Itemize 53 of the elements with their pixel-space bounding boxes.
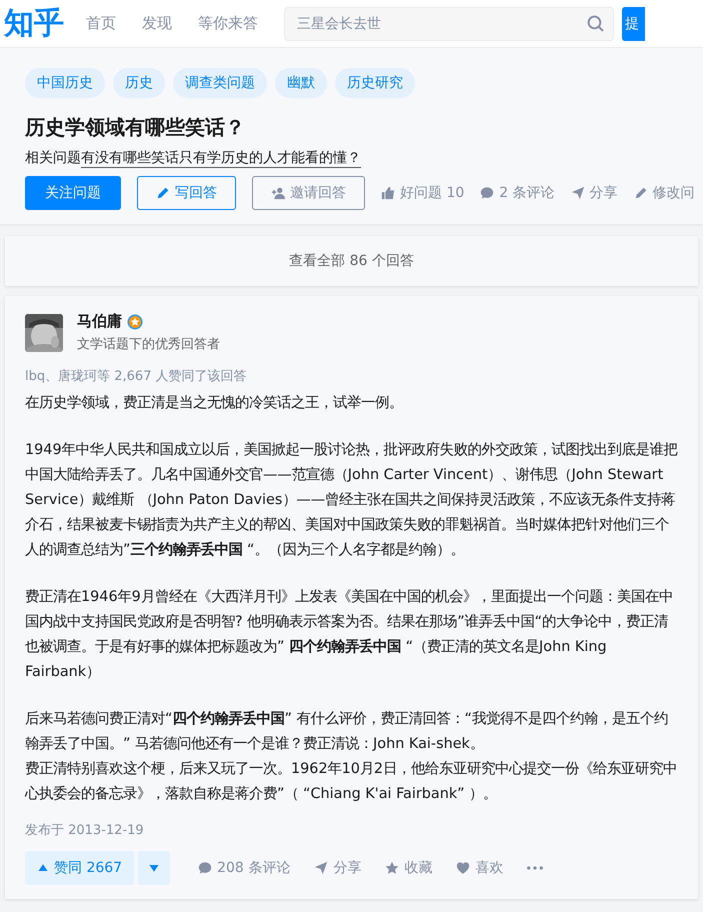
view-all-answers-button[interactable]: 查看全部 86 个回答 bbox=[5, 236, 698, 286]
badge-icon bbox=[127, 314, 143, 330]
share-button[interactable]: 分享 bbox=[314, 859, 362, 877]
more-button[interactable] bbox=[527, 866, 544, 870]
thumbs-up-icon bbox=[381, 186, 395, 200]
topic-tag[interactable]: 幽默 bbox=[275, 68, 327, 98]
topic-tag[interactable]: 中国历史 bbox=[25, 68, 105, 98]
follow-button[interactable]: 关注问题 bbox=[25, 176, 121, 210]
nav-link[interactable]: 等你来答 bbox=[198, 14, 258, 33]
answer-paragraph: 费正清特别喜欢这个梗，后来又玩了一次。1962年10月2日，他给东亚研究中心提交一份《给东亚研究中心执委会的备忘录》，落款自称是蒋介费”（ “Chiang K'ai Fairbank” ）。 bbox=[25, 760, 678, 804]
ask-button[interactable]: 提 bbox=[622, 6, 645, 40]
comments-button[interactable]: 208 条评论 bbox=[198, 859, 290, 877]
comments-button[interactable]: 2 条评论 bbox=[480, 184, 555, 202]
topic-tag[interactable]: 历史研究 bbox=[335, 68, 415, 98]
like-button[interactable]: 喜欢 bbox=[456, 859, 504, 877]
good-question-button[interactable]: 好问题 10 bbox=[381, 184, 464, 202]
question-title: 历史学领域有哪些笑话？ bbox=[25, 114, 246, 141]
author-name[interactable]: 马伯庸 bbox=[77, 312, 122, 331]
star-icon bbox=[385, 861, 400, 875]
paper-plane-icon bbox=[314, 861, 328, 875]
nav-link[interactable]: 首页 bbox=[86, 14, 116, 33]
author-headline: 文学话题下的优秀回答者 bbox=[77, 336, 220, 353]
answer-paragraph: 1949年中华人民共和国成立以后，美国掀起一股讨论热，批评政府失败的外交政策，试图找出到底是谁把中国大陆给弄丢了。几名中国通外交官——范宣德（John Carter Vincent）、谢伟思（John Stewart Service）戴维斯 （John Paton Davies）——曾经主张在国共之间保持灵活政策，不应该无条件支持蒋介石，结果被麦卡锡指责为共产主义的帮凶、美国对中国政策失败的罪魁祸首。当时媒体把针对他们三个人的调查总结为”三个约翰弄丢中国 “。（因为三个人名字都是约翰）。 bbox=[25, 440, 678, 560]
invite-button[interactable]: 邀请回答 bbox=[252, 176, 365, 210]
search-icon bbox=[587, 14, 604, 32]
add-person-icon bbox=[271, 186, 285, 200]
publish-date: 发布于 2013-12-19 bbox=[25, 822, 145, 839]
pencil-icon bbox=[156, 186, 170, 200]
pencil-icon bbox=[634, 186, 648, 200]
paper-plane-icon bbox=[570, 186, 585, 200]
share-button[interactable]: 分享 bbox=[570, 184, 618, 202]
topic-tag[interactable]: 历史 bbox=[113, 68, 165, 98]
downvote-button[interactable] bbox=[138, 851, 170, 885]
related-question-link[interactable]: 有没有哪些笑话只有学历史的人才能看的懂？ bbox=[81, 149, 361, 168]
write-answer-button[interactable]: 写回答 bbox=[137, 176, 236, 210]
heart-icon bbox=[456, 861, 470, 875]
logo[interactable]: 知乎 bbox=[4, 8, 64, 38]
answer-paragraph: 在历史学领域，费正清是当之无愧的冷笑话之王，试举一例。 bbox=[25, 394, 404, 413]
edit-question-button[interactable]: 修改问 bbox=[634, 184, 695, 202]
search-field[interactable]: 三星会长去世 bbox=[284, 6, 614, 40]
upvote-button[interactable]: 赞同 2667 bbox=[25, 851, 134, 885]
answer-paragraph: 费正清在1946年9月曾经在《大西洋月刊》上发表《美国在中国的机会》，里面提出一个问题：美国在中国内战中支持国民党政府是否明智? 他明确表示答案为否。结果在那场”谁弄丢中国“的大争论中，费正清也被调查。于是有好事的媒体把标题改为” 四个约翰弄丢中国 “（费正清的英文名是John King Fairbank） bbox=[25, 588, 674, 682]
speech-bubble-icon bbox=[480, 186, 494, 200]
votes-summary: lbq、唐珑珂等 2,667 人赞同了该回答 bbox=[25, 368, 248, 385]
nav-link[interactable]: 发现 bbox=[142, 14, 172, 33]
triangle-down-icon bbox=[148, 862, 160, 874]
topic-tag[interactable]: 调查类问题 bbox=[173, 68, 267, 98]
speech-bubble-icon bbox=[198, 861, 212, 875]
more-icon bbox=[527, 866, 544, 870]
triangle-up-icon bbox=[37, 862, 49, 874]
collect-button[interactable]: 收藏 bbox=[385, 859, 432, 877]
answer-paragraph: 后来马若德问费正清对“四个约翰弄丢中国” 有什么评价，费正清回答：“我觉得不是四个约翰，是五个约翰弄丢了中国。” 马若德问他还有一个是谁？费正清说：John Kai-shek。 bbox=[25, 710, 669, 754]
related-label: 相关问题 bbox=[25, 149, 81, 168]
